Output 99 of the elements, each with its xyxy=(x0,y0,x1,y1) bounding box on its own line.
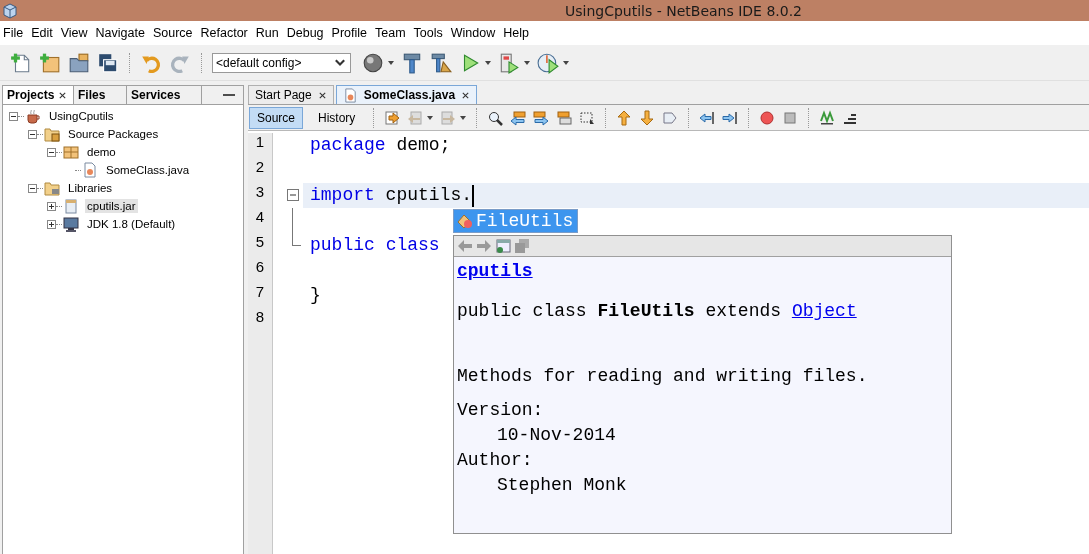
tree-item[interactable]: UsingCputils xyxy=(47,109,116,123)
menu-item[interactable]: Profile xyxy=(331,26,367,40)
close-icon[interactable] xyxy=(58,90,68,100)
globe-icon[interactable] xyxy=(362,51,384,74)
tree-item[interactable]: SomeClass.java xyxy=(104,163,192,177)
save-all-icon[interactable] xyxy=(97,51,119,74)
fold-toggle-icon[interactable] xyxy=(287,189,299,202)
line-number: 4 xyxy=(254,208,266,227)
new-project-icon[interactable] xyxy=(39,51,61,74)
find-previous-icon[interactable] xyxy=(510,109,527,126)
profile-icon[interactable] xyxy=(537,51,559,74)
code-line: public class xyxy=(310,234,440,257)
close-icon[interactable] xyxy=(461,90,471,100)
caret-icon[interactable] xyxy=(388,60,394,65)
tree-item[interactable]: Source Packages xyxy=(66,127,161,141)
hammer-icon[interactable] xyxy=(401,51,423,74)
rectangle-select-icon[interactable] xyxy=(579,109,596,126)
class-signature: public class FileUtils extends Object xyxy=(457,300,858,323)
caret-icon[interactable] xyxy=(427,115,434,120)
search-icon[interactable] xyxy=(487,109,504,126)
menu-item[interactable]: Help xyxy=(503,26,529,40)
arrow-up-icon[interactable] xyxy=(616,109,633,126)
tag-value: 10-Nov-2014 xyxy=(496,424,617,447)
code-line: package demo; xyxy=(310,134,451,157)
view-toggle[interactable]: Source xyxy=(249,106,304,129)
line-number: 1 xyxy=(254,133,266,152)
editor-tab[interactable]: Start Page xyxy=(248,85,334,104)
minimize-icon[interactable] xyxy=(223,93,235,97)
shift-left-icon[interactable] xyxy=(699,109,716,126)
menu-item[interactable]: Window xyxy=(450,26,496,40)
caret-icon[interactable] xyxy=(524,60,530,65)
coffee-cup-icon xyxy=(25,108,41,124)
line-number: 2 xyxy=(254,158,266,177)
caret-icon[interactable] xyxy=(563,60,569,65)
caret-icon[interactable] xyxy=(485,60,491,65)
menu-item[interactable]: View xyxy=(60,26,88,40)
supertype-link[interactable]: Object xyxy=(791,301,857,321)
menu-item[interactable]: Tools xyxy=(413,26,443,40)
package-icon xyxy=(63,144,79,160)
editor-tab[interactable]: SomeClass.java xyxy=(335,85,478,104)
menu-item[interactable]: Debug xyxy=(286,26,324,40)
line-number: 6 xyxy=(254,258,266,277)
tree-item[interactable]: JDK 1.8 (Default) xyxy=(85,217,178,231)
last-edit-icon[interactable] xyxy=(384,109,401,126)
caret-icon[interactable] xyxy=(460,115,467,120)
browser-icon[interactable] xyxy=(495,238,511,254)
tree-toggle-icon[interactable] xyxy=(28,129,37,139)
class-description: Methods for reading and writing files. xyxy=(457,365,869,388)
tree-toggle-icon[interactable] xyxy=(47,201,56,211)
highlight-icon[interactable] xyxy=(556,109,573,126)
line-number: 7 xyxy=(254,283,266,302)
tree-toggle-icon[interactable] xyxy=(47,147,56,157)
code-line: } xyxy=(310,284,321,307)
tree-toggle-icon[interactable] xyxy=(47,219,56,229)
menu-item[interactable]: Refactor xyxy=(200,26,248,40)
tree-item[interactable]: demo xyxy=(85,145,118,159)
menu-item[interactable]: Run xyxy=(255,26,279,40)
menu-item[interactable]: File xyxy=(3,26,24,40)
view-toggle[interactable]: History xyxy=(310,106,364,129)
hammer-broom-icon[interactable] xyxy=(430,51,452,74)
line-number: 5 xyxy=(254,233,266,252)
file-icon xyxy=(82,162,98,178)
panel-tab[interactable]: Services xyxy=(127,86,202,104)
config-dropdown[interactable]: <default config> xyxy=(212,52,351,73)
tree-toggle-icon[interactable] xyxy=(9,111,18,121)
monitor-icon xyxy=(63,216,79,232)
new-file-icon[interactable] xyxy=(10,51,32,74)
code-line: import cputils. xyxy=(310,184,473,207)
jar-icon xyxy=(63,198,79,214)
window-title: UsingCputils - NetBeans IDE 8.0.2 xyxy=(563,2,804,19)
menu-item[interactable]: Team xyxy=(375,26,406,40)
tag-label: Version: xyxy=(457,399,545,422)
tag-value: Stephen Monk xyxy=(496,474,628,497)
find-next-icon[interactable] xyxy=(533,109,550,126)
debug-icon[interactable] xyxy=(498,51,520,74)
tag-label: Author: xyxy=(457,449,534,472)
line-number: 3 xyxy=(254,183,266,202)
panel-tab[interactable]: Files xyxy=(74,86,127,104)
cube-icon xyxy=(2,2,18,19)
record-icon[interactable] xyxy=(759,109,776,126)
menu-item[interactable]: Source xyxy=(152,26,193,40)
panel-tab[interactable]: Projects xyxy=(3,86,74,104)
arrow-down-icon[interactable] xyxy=(639,109,656,126)
tree-item[interactable]: Libraries xyxy=(66,181,115,195)
menu-item[interactable]: Navigate xyxy=(95,26,145,40)
shift-right-icon[interactable] xyxy=(722,109,739,126)
class-icon xyxy=(457,213,473,229)
close-icon[interactable] xyxy=(317,90,327,100)
file-icon xyxy=(342,87,358,103)
package-link[interactable]: cputils xyxy=(457,259,533,284)
fold-line xyxy=(292,208,293,233)
zigzag-icon[interactable] xyxy=(819,109,836,126)
tree-toggle-icon[interactable] xyxy=(28,183,37,193)
menu-item[interactable]: Edit xyxy=(31,26,53,40)
tree-item[interactable]: cputils.jar xyxy=(85,199,138,213)
line-number: 8 xyxy=(254,308,266,327)
open-project-icon[interactable] xyxy=(68,51,90,74)
folder-icon xyxy=(44,126,60,142)
fold-end-line xyxy=(292,233,301,246)
